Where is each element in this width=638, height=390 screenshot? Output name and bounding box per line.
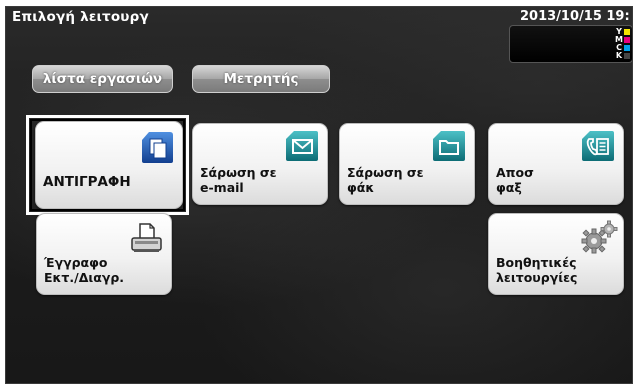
toner-bar (624, 29, 630, 35)
fax-tile[interactable]: Αποσ φαξ (488, 123, 624, 205)
copy-icon (140, 130, 174, 168)
tile-label: Βοηθητικές λειτουργίες (496, 255, 578, 285)
toner-row-black: K (615, 52, 630, 60)
tile-label: Αποσ φαξ (496, 165, 534, 195)
folder-icon (432, 130, 466, 166)
toner-letter: K (615, 51, 623, 60)
toner-bar (624, 53, 630, 59)
gear-icon (579, 220, 619, 260)
datetime-display: 2013/10/15 19:3 (520, 9, 630, 24)
fax-icon (581, 130, 615, 166)
touch-panel-screen: Επιλογή λειτουργ 2013/10/15 19:3 Y M C K… (5, 6, 633, 384)
scan-to-folder-tile[interactable]: Σάρωση σε φάκ (339, 123, 475, 205)
screen-title: Επιλογή λειτουργ (12, 9, 149, 25)
scan-to-email-tile[interactable]: Σάρωση σε e-mail (192, 123, 328, 205)
toner-bar (624, 45, 630, 51)
tile-label: ΑΝΤΙΓΡΑΦΗ (43, 174, 131, 190)
tile-label: Σάρωση σε φάκ (347, 165, 424, 195)
email-icon (285, 130, 319, 166)
tab-counter[interactable]: Μετρητής (192, 65, 330, 93)
tab-job-list[interactable]: λίστα εργασιών (32, 65, 173, 93)
document-box-tile[interactable]: Έγγραφο Εκτ./Διαγρ. (36, 213, 172, 295)
tile-label: Έγγραφο Εκτ./Διαγρ. (44, 255, 125, 285)
tile-label: Σάρωση σε e-mail (200, 165, 277, 195)
copy-tile[interactable]: ΑΝΤΙΓΡΑΦΗ (35, 121, 183, 209)
toner-bar (624, 37, 630, 43)
utility-tile[interactable]: Βοηθητικές λειτουργίες (488, 213, 624, 295)
toner-status-panel: Y M C K (509, 25, 632, 63)
print-icon (129, 222, 163, 258)
